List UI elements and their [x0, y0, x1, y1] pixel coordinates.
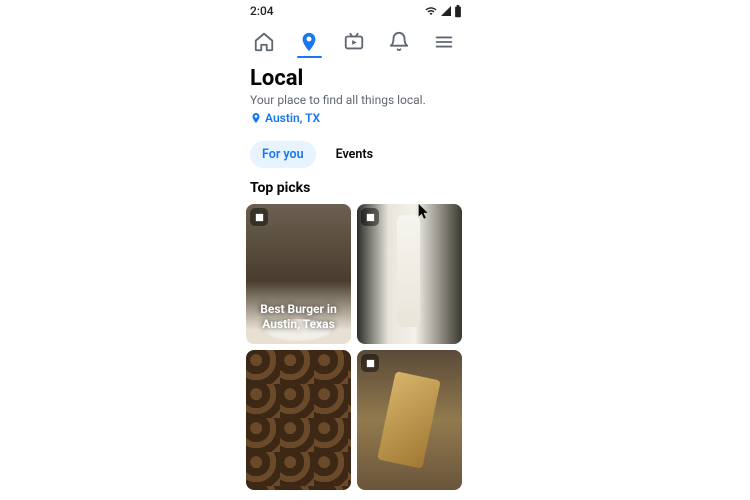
wifi-icon — [424, 5, 438, 17]
nav-home[interactable] — [242, 26, 287, 58]
page-header: Local Your place to find all things loca… — [236, 58, 472, 131]
nav-menu[interactable] — [421, 26, 466, 58]
top-nav — [236, 20, 472, 58]
nav-video[interactable] — [332, 26, 377, 58]
nav-local[interactable] — [287, 26, 332, 58]
nav-notifications[interactable] — [376, 26, 421, 58]
top-pick-card[interactable]: Best Burger in Austin, Texas — [246, 204, 351, 344]
home-icon — [253, 31, 275, 53]
top-pick-card[interactable] — [357, 350, 462, 490]
reel-icon — [250, 208, 268, 226]
section-heading-top-picks: Top picks — [236, 176, 472, 204]
top-picks-grid: Best Burger in Austin, Texas — [236, 204, 472, 490]
location-selector[interactable]: Austin, TX — [250, 111, 458, 125]
reel-icon — [361, 354, 379, 372]
hamburger-icon — [433, 31, 455, 53]
top-pick-card[interactable] — [357, 204, 462, 344]
location-text: Austin, TX — [265, 111, 320, 125]
status-bar: 2:04 — [236, 0, 472, 20]
status-icons — [424, 5, 462, 18]
location-pin-icon — [250, 112, 262, 124]
location-pin-icon — [298, 31, 320, 53]
card-caption: Best Burger in Austin, Texas — [254, 302, 343, 332]
page-subtitle: Your place to find all things local. — [250, 93, 458, 107]
battery-icon — [454, 5, 462, 18]
status-time: 2:04 — [250, 4, 274, 18]
filter-chips: For you Events — [236, 131, 472, 176]
bell-icon — [388, 31, 410, 53]
chip-for-you[interactable]: For you — [250, 141, 316, 168]
phone-frame: 2:04 Local Your place to find all things… — [236, 0, 472, 500]
page-title: Local — [250, 66, 458, 91]
top-pick-card[interactable] — [246, 350, 351, 490]
signal-icon — [440, 5, 452, 17]
reel-icon — [361, 208, 379, 226]
chip-events[interactable]: Events — [324, 141, 385, 168]
video-icon — [343, 31, 365, 53]
